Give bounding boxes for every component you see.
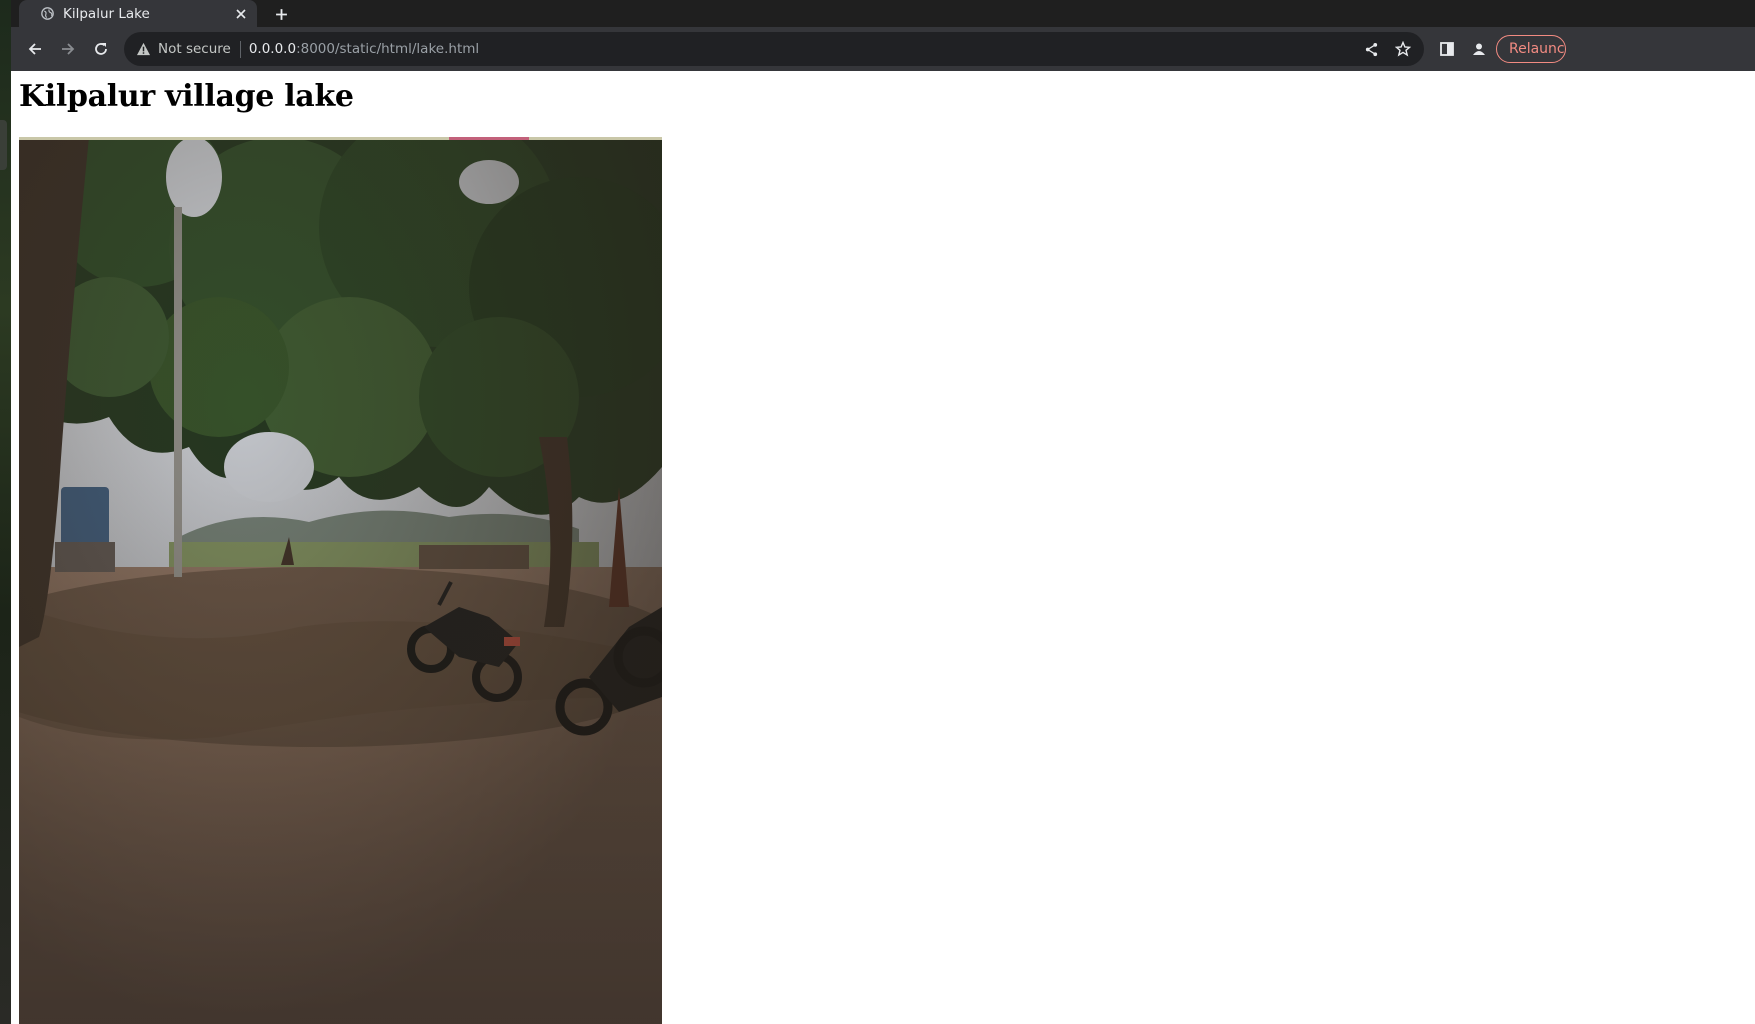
lake-photo <box>19 137 662 1024</box>
address-bar[interactable]: Not secure 0.0.0.0:8000/static/html/lake… <box>124 32 1424 66</box>
close-icon[interactable] <box>233 6 249 22</box>
reload-icon <box>95 43 107 55</box>
side-panel-icon[interactable] <box>1436 38 1458 60</box>
forward-button[interactable] <box>53 34 83 64</box>
tab-strip: Kilpalur Lake <box>11 0 1755 27</box>
browser-window: Kilpalur Lake Not secure 0.0.0.0:8000/st… <box>11 0 1755 1024</box>
divider <box>239 40 241 58</box>
profile-avatar-icon[interactable] <box>1468 38 1490 60</box>
warning-icon[interactable] <box>134 40 152 58</box>
tab-title: Kilpalur Lake <box>63 5 150 22</box>
page-viewport: Kilpalur village lake <box>11 71 1755 1024</box>
globe-icon <box>40 7 54 21</box>
new-tab-button[interactable] <box>269 2 293 26</box>
page-title: Kilpalur village lake <box>19 79 354 114</box>
arrow-left-icon <box>28 43 41 55</box>
desktop-background-edge <box>0 0 11 1024</box>
browser-toolbar: Not secure 0.0.0.0:8000/static/html/lake… <box>11 27 1755 71</box>
url-path: :8000/static/html/lake.html <box>296 41 480 57</box>
url-host: 0.0.0.0 <box>248 41 297 57</box>
reload-button[interactable] <box>86 34 116 64</box>
plus-icon <box>275 8 287 20</box>
dock-handle <box>0 120 7 170</box>
star-icon[interactable] <box>1392 38 1414 60</box>
url-text[interactable]: 0.0.0.0:8000/static/html/lake.html <box>249 41 479 57</box>
arrow-right-icon <box>62 43 75 55</box>
share-icon[interactable] <box>1360 38 1382 60</box>
tab-kilpalur-lake[interactable]: Kilpalur Lake <box>19 0 257 27</box>
security-status-label[interactable]: Not secure <box>158 41 231 57</box>
relaunch-button[interactable]: Relaunch <box>1496 35 1566 63</box>
back-button[interactable] <box>20 34 50 64</box>
